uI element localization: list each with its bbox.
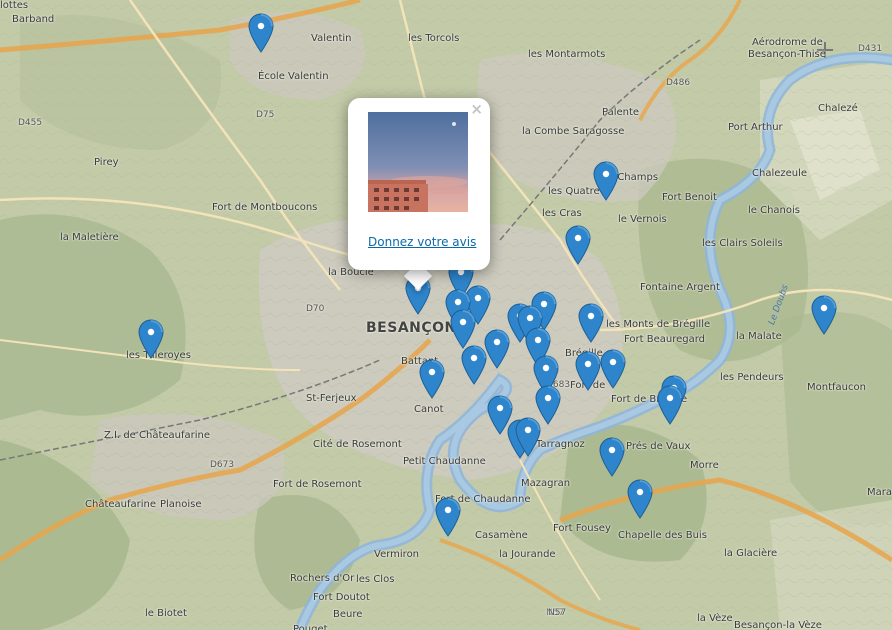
map-marker-pin-icon[interactable] xyxy=(515,417,541,457)
map-marker-pin-icon[interactable] xyxy=(450,309,476,349)
map-marker-pin-icon[interactable] xyxy=(657,385,683,425)
map-marker-pin-icon[interactable] xyxy=(627,479,653,519)
map-marker-pin-icon[interactable] xyxy=(600,349,626,389)
map-marker-pin-icon[interactable] xyxy=(575,351,601,391)
map-marker-pin-icon[interactable] xyxy=(599,437,625,477)
map-marker-pin-icon[interactable] xyxy=(248,13,274,53)
popup-photo xyxy=(368,112,468,212)
map-marker-pin-icon[interactable] xyxy=(138,319,164,359)
map-marker-pin-icon[interactable] xyxy=(461,345,487,385)
popup-feedback-link[interactable]: Donnez votre avis xyxy=(368,235,476,249)
map-marker-pin-icon[interactable] xyxy=(484,329,510,369)
map-marker-pin-icon[interactable] xyxy=(419,359,445,399)
popup-close-button[interactable]: × xyxy=(470,101,483,117)
map-canvas[interactable]: lottes Barband Valentin les Torcols École Va… xyxy=(0,0,892,630)
map-marker-pin-icon[interactable] xyxy=(593,161,619,201)
map-marker-pin-icon[interactable] xyxy=(811,295,837,335)
map-marker-pin-icon[interactable] xyxy=(578,303,604,343)
map-marker-pin-icon[interactable] xyxy=(565,225,591,265)
map-marker-pin-icon[interactable] xyxy=(435,497,461,537)
map-popup: × Donnez votre avis xyxy=(348,98,490,270)
